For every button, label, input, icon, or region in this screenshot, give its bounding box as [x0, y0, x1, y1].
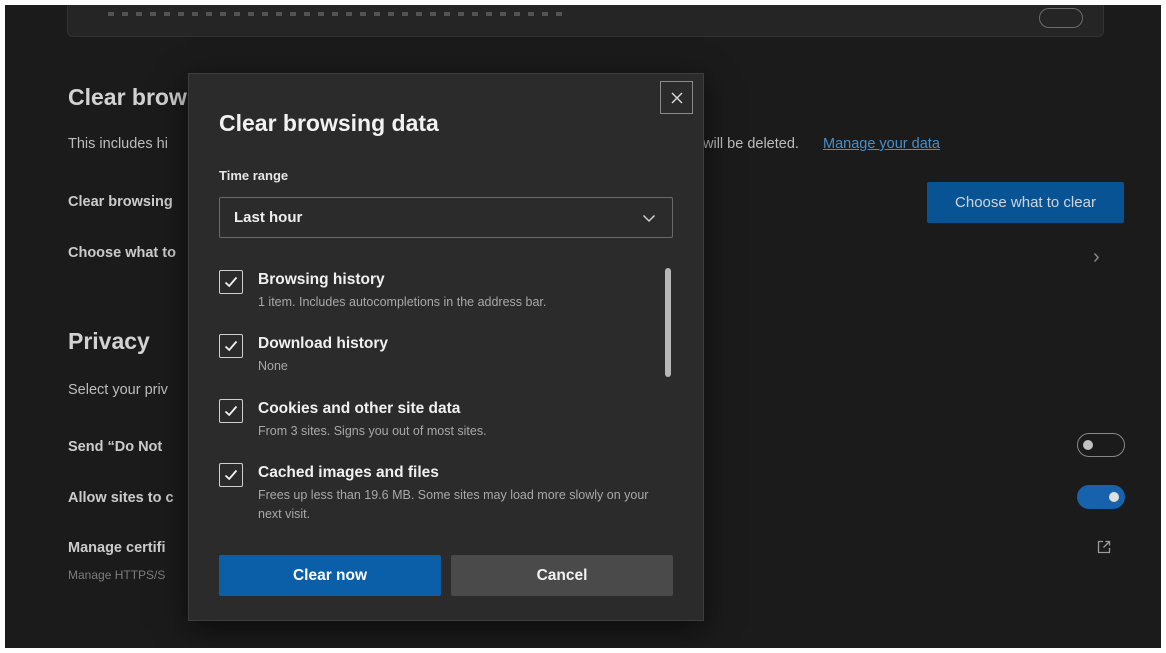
browsing-history-option[interactable]: Browsing history 1 item. Includes autoco…: [219, 268, 639, 326]
checkmark-icon: [224, 469, 238, 481]
checkmark-icon: [224, 405, 238, 417]
option-title: Cookies and other site data: [258, 400, 461, 417]
browsing-history-checkbox[interactable]: [219, 270, 243, 294]
checkmark-icon: [224, 340, 238, 352]
checkmark-icon: [224, 276, 238, 288]
download-history-option[interactable]: Download history None: [219, 332, 639, 390]
option-title: Browsing history: [258, 271, 385, 288]
cookies-option[interactable]: Cookies and other site data From 3 sites…: [219, 397, 639, 455]
dialog-title: Clear browsing data: [219, 110, 439, 136]
option-description: None: [258, 359, 288, 373]
chevron-down-icon: [642, 214, 656, 223]
cached-images-option[interactable]: Cached images and files Frees up less th…: [219, 461, 648, 531]
option-description: From 3 sites. Signs you out of most site…: [258, 424, 487, 438]
download-history-checkbox[interactable]: [219, 334, 243, 358]
cookies-checkbox[interactable]: [219, 399, 243, 423]
close-icon: [671, 92, 682, 103]
clear-now-button[interactable]: Clear now: [219, 555, 441, 596]
option-title: Cached images and files: [258, 464, 439, 481]
time-range-label: Time range: [219, 168, 289, 183]
options-scrollbar[interactable]: [665, 268, 671, 377]
option-description: Frees up less than 19.6 MB. Some sites m…: [258, 488, 649, 521]
option-description: 1 item. Includes autocompletions in the …: [258, 295, 547, 309]
cancel-button[interactable]: Cancel: [451, 555, 673, 596]
time-range-value: Last hour: [234, 209, 303, 226]
close-button[interactable]: [660, 81, 693, 114]
screenshot-frame: Clear brow This includes hi will be dele…: [5, 5, 1161, 648]
time-range-select[interactable]: Last hour: [219, 197, 673, 238]
clear-browsing-data-dialog: Clear browsing data Time range Last hour…: [188, 73, 704, 621]
cached-images-checkbox[interactable]: [219, 463, 243, 487]
option-title: Download history: [258, 335, 389, 352]
